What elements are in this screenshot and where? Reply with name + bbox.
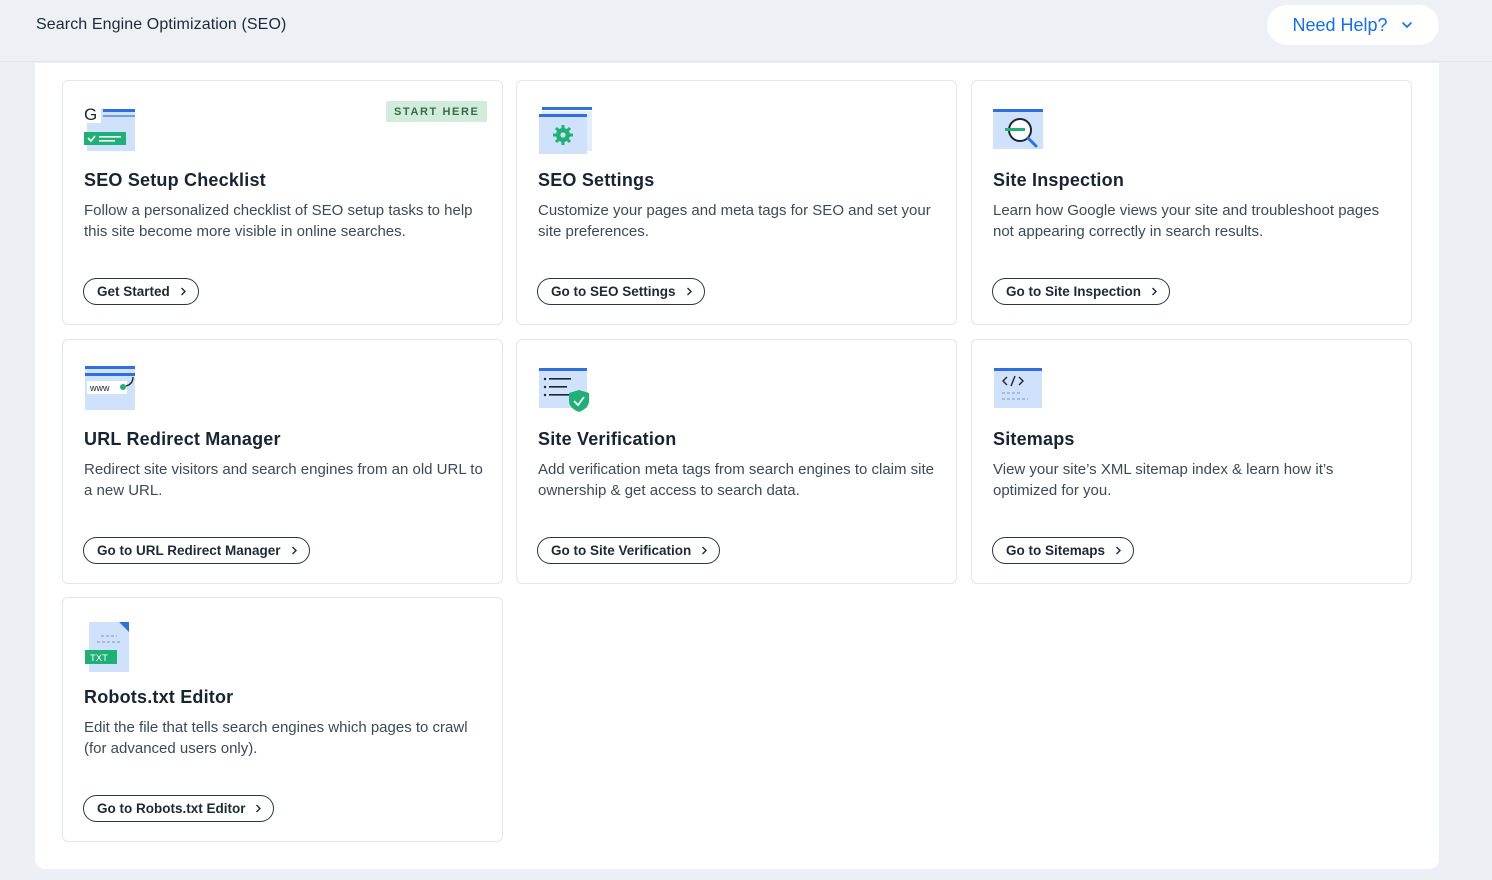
chevron-right-icon — [256, 804, 262, 813]
card-title: Site Inspection — [993, 170, 1125, 190]
chevron-right-icon — [686, 287, 692, 296]
card-title: Robots.txt Editor — [84, 687, 234, 707]
card-site-inspection: Site Inspection Learn how Google views y… — [971, 80, 1412, 325]
card-title: SEO Setup Checklist — [84, 170, 266, 190]
go-to-url-redirect-manager-button[interactable]: Go to URL Redirect Manager — [83, 537, 310, 564]
get-started-button[interactable]: Get Started — [83, 278, 199, 305]
button-label: Go to URL Redirect Manager — [97, 543, 281, 558]
go-to-site-verification-button[interactable]: Go to Site Verification — [537, 537, 721, 564]
card-sitemaps: Sitemaps View your site’s XML sitemap in… — [971, 339, 1412, 584]
seo-tools-panel: G START HERE SEO Setup Checklist Follow … — [35, 63, 1439, 869]
top-bar: Search Engine Optimization (SEO) Need He… — [0, 0, 1492, 62]
card-description: Edit the file that tells search engines … — [84, 719, 468, 757]
card-description: View your site’s XML sitemap index & lea… — [993, 461, 1334, 499]
robots-txt-icon: TXT — [85, 622, 129, 672]
card-title: SEO Settings — [538, 170, 655, 190]
chevron-right-icon — [180, 287, 186, 296]
page-title: Search Engine Optimization (SEO) — [36, 16, 287, 33]
chevron-right-icon — [1116, 546, 1122, 555]
start-here-badge: START HERE — [386, 101, 488, 122]
go-to-site-inspection-button[interactable]: Go to Site Inspection — [992, 278, 1171, 305]
need-help-button[interactable]: Need Help? — [1267, 5, 1439, 45]
card-seo-settings: SEO Settings Customize your pages and me… — [516, 80, 957, 325]
url-redirect-icon: www — [85, 366, 135, 410]
button-label: Go to Site Inspection — [1006, 284, 1142, 299]
button-label: Get Started — [97, 284, 170, 299]
sitemaps-icon — [994, 368, 1042, 408]
button-label: Go to Robots.txt Editor — [97, 801, 246, 816]
button-label: Go to Site Verification — [551, 543, 692, 558]
card-robots-txt-editor: TXT Robots.txt Editor Edit the file that… — [62, 597, 503, 842]
card-site-verification: Site Verification Add verification meta … — [516, 339, 957, 584]
card-description: Add verification meta tags from search e… — [538, 461, 935, 499]
card-description: Learn how Google views your site and tro… — [993, 202, 1380, 240]
card-description: Follow a personalized checklist of SEO s… — [84, 202, 473, 240]
site-inspection-icon — [993, 109, 1043, 149]
card-title: Site Verification — [538, 429, 677, 449]
card-url-redirect-manager: www URL Redirect Manager Redirect site v… — [62, 339, 503, 584]
seo-settings-icon — [539, 107, 592, 154]
svg-text:www: www — [89, 383, 110, 393]
button-label: Go to Sitemaps — [1006, 543, 1106, 558]
svg-text:G: G — [84, 105, 97, 124]
chevron-right-icon — [702, 546, 708, 555]
chevron-down-icon — [1401, 22, 1412, 29]
chevron-right-icon — [1152, 287, 1158, 296]
site-verification-icon — [539, 368, 589, 412]
seo-checklist-icon: G — [83, 105, 135, 151]
card-description: Customize your pages and meta tags for S… — [538, 202, 931, 240]
chevron-right-icon — [291, 546, 297, 555]
button-label: Go to SEO Settings — [551, 284, 676, 299]
go-to-seo-settings-button[interactable]: Go to SEO Settings — [537, 278, 705, 305]
go-to-sitemaps-button[interactable]: Go to Sitemaps — [992, 537, 1135, 564]
svg-text:TXT: TXT — [90, 653, 108, 664]
card-title: Sitemaps — [993, 429, 1075, 449]
card-title: URL Redirect Manager — [84, 429, 281, 449]
card-seo-setup-checklist: G START HERE SEO Setup Checklist Follow … — [62, 80, 503, 325]
need-help-label: Need Help? — [1292, 14, 1388, 35]
go-to-robots-txt-editor-button[interactable]: Go to Robots.txt Editor — [83, 795, 275, 822]
card-description: Redirect site visitors and search engine… — [84, 461, 483, 499]
